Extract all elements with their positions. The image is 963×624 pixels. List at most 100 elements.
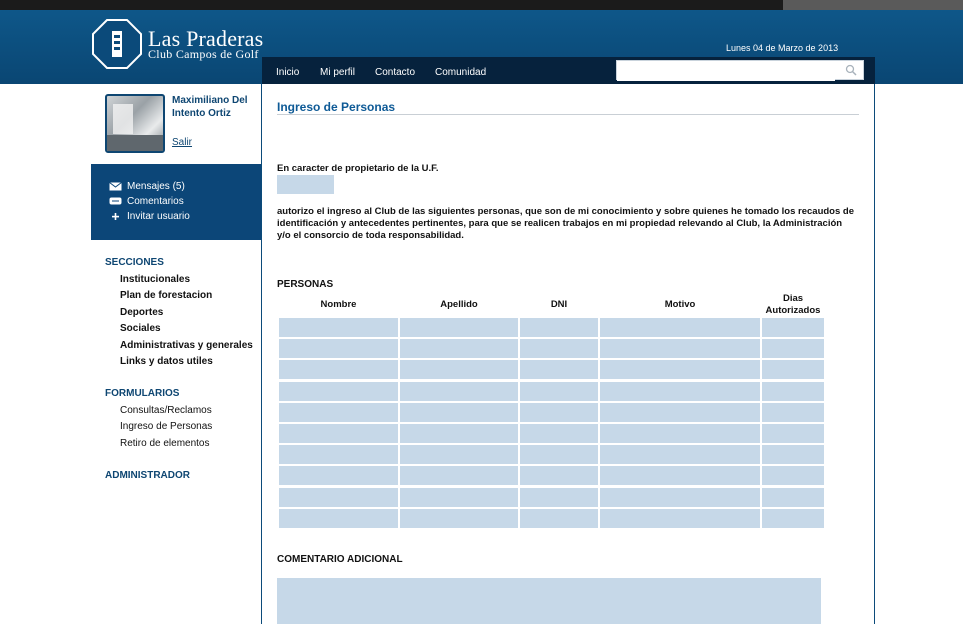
cell-dias-row-1[interactable] xyxy=(762,318,824,337)
cell-motivo-row-9[interactable] xyxy=(600,488,760,507)
menu-retiro-elementos[interactable]: Retiro de elementos xyxy=(120,438,210,449)
cell-dias-row-2[interactable] xyxy=(762,339,824,358)
nav-inicio[interactable]: Inicio xyxy=(276,67,299,78)
menu-deportes[interactable]: Deportes xyxy=(120,307,163,318)
search-input[interactable] xyxy=(617,62,835,81)
cell-apellido-row-1[interactable] xyxy=(400,318,518,337)
column-dni: DNI xyxy=(550,299,568,310)
comment-icon xyxy=(109,197,122,205)
comments-label: Comentarios xyxy=(127,196,184,207)
sections-heading: SECCIONES xyxy=(105,257,164,268)
menu-institucionales[interactable]: Institucionales xyxy=(120,274,190,285)
nav-comunidad[interactable]: Comunidad xyxy=(435,67,486,78)
user-actions-panel: Mensajes (5) Comentarios Invitar usuario xyxy=(91,164,261,240)
cell-apellido-row-2[interactable] xyxy=(400,339,518,358)
plus-icon xyxy=(112,213,119,220)
cell-motivo-row-1[interactable] xyxy=(600,318,760,337)
forms-heading: FORMULARIOS xyxy=(105,388,180,399)
uf-field[interactable] xyxy=(277,175,334,194)
cell-dias-row-7[interactable] xyxy=(762,445,824,464)
cell-dni-row-5[interactable] xyxy=(520,403,598,422)
cell-dni-row-4[interactable] xyxy=(520,382,598,401)
comment-textarea[interactable] xyxy=(277,578,821,624)
cell-nombre-row-5[interactable] xyxy=(279,403,398,422)
logo-subtitle: Club Campos de Golf xyxy=(148,47,259,61)
envelope-icon xyxy=(109,182,122,191)
cell-dias-row-3[interactable] xyxy=(762,360,824,379)
cell-apellido-row-4[interactable] xyxy=(400,382,518,401)
cell-motivo-row-10[interactable] xyxy=(600,509,760,528)
cell-dni-row-9[interactable] xyxy=(520,488,598,507)
owner-label: En caracter de propietario de la U.F. xyxy=(277,163,439,174)
authorization-text: autorizo el ingreso al Club de las sigui… xyxy=(277,206,854,241)
menu-plan-forestacion[interactable]: Plan de forestacion xyxy=(120,290,212,301)
column-motivo: Motivo xyxy=(664,299,696,310)
cell-motivo-row-4[interactable] xyxy=(600,382,760,401)
menu-ingreso-personas[interactable]: Ingreso de Personas xyxy=(120,421,212,432)
cell-dias-row-4[interactable] xyxy=(762,382,824,401)
column-dias-autorizados: Dias Autorizados xyxy=(765,293,821,316)
cell-dni-row-6[interactable] xyxy=(520,424,598,443)
cell-motivo-row-5[interactable] xyxy=(600,403,760,422)
menu-administrativas[interactable]: Administrativas y generales xyxy=(120,340,253,351)
admin-heading[interactable]: ADMINISTRADOR xyxy=(105,470,190,481)
search-box xyxy=(616,60,864,81)
invite-user-link[interactable]: Invitar usuario xyxy=(109,211,190,222)
page-title: Ingreso de Personas xyxy=(277,100,396,114)
cell-apellido-row-7[interactable] xyxy=(400,445,518,464)
menu-links-datos[interactable]: Links y datos utiles xyxy=(120,356,213,367)
cell-dni-row-1[interactable] xyxy=(520,318,598,337)
cell-nombre-row-8[interactable] xyxy=(279,466,398,485)
menu-sociales[interactable]: Sociales xyxy=(120,323,161,334)
cell-motivo-row-2[interactable] xyxy=(600,339,760,358)
cell-motivo-row-8[interactable] xyxy=(600,466,760,485)
invite-user-label: Invitar usuario xyxy=(127,211,190,222)
cell-dni-row-2[interactable] xyxy=(520,339,598,358)
title-divider xyxy=(277,114,859,115)
avatar xyxy=(105,94,165,153)
top-strip-accent xyxy=(783,0,963,10)
cell-dni-row-10[interactable] xyxy=(520,509,598,528)
comments-link[interactable]: Comentarios xyxy=(109,196,184,207)
nav-mi-perfil[interactable]: Mi perfil xyxy=(320,67,355,78)
cell-dni-row-7[interactable] xyxy=(520,445,598,464)
club-logo-icon xyxy=(92,19,142,69)
column-nombre: Nombre xyxy=(320,299,357,310)
cell-nombre-row-10[interactable] xyxy=(279,509,398,528)
column-apellido: Apellido xyxy=(440,299,478,310)
cell-dias-row-6[interactable] xyxy=(762,424,824,443)
cell-apellido-row-10[interactable] xyxy=(400,509,518,528)
cell-nombre-row-1[interactable] xyxy=(279,318,398,337)
cell-nombre-row-2[interactable] xyxy=(279,339,398,358)
cell-dni-row-8[interactable] xyxy=(520,466,598,485)
cell-dias-row-10[interactable] xyxy=(762,509,824,528)
cell-apellido-row-5[interactable] xyxy=(400,403,518,422)
cell-apellido-row-3[interactable] xyxy=(400,360,518,379)
logout-link[interactable]: Salir xyxy=(172,137,192,148)
current-date: Lunes 04 de Marzo de 2013 xyxy=(726,43,839,53)
cell-apellido-row-8[interactable] xyxy=(400,466,518,485)
cell-motivo-row-6[interactable] xyxy=(600,424,760,443)
cell-motivo-row-3[interactable] xyxy=(600,360,760,379)
messages-label: Mensajes (5) xyxy=(127,181,185,192)
cell-dias-row-9[interactable] xyxy=(762,488,824,507)
cell-dias-row-5[interactable] xyxy=(762,403,824,422)
messages-link[interactable]: Mensajes (5) xyxy=(109,181,185,192)
menu-consultas-reclamos[interactable]: Consultas/Reclamos xyxy=(120,405,212,416)
cell-nombre-row-7[interactable] xyxy=(279,445,398,464)
top-strip xyxy=(0,0,963,10)
cell-nombre-row-6[interactable] xyxy=(279,424,398,443)
cell-nombre-row-3[interactable] xyxy=(279,360,398,379)
personas-label: PERSONAS xyxy=(277,279,334,290)
cell-apellido-row-6[interactable] xyxy=(400,424,518,443)
user-name: Maximiliano Del Intento Ortiz xyxy=(172,95,248,119)
nav-contacto[interactable]: Contacto xyxy=(375,67,415,78)
cell-motivo-row-7[interactable] xyxy=(600,445,760,464)
cell-dni-row-3[interactable] xyxy=(520,360,598,379)
search-icon[interactable] xyxy=(845,64,857,76)
cell-apellido-row-9[interactable] xyxy=(400,488,518,507)
cell-nombre-row-9[interactable] xyxy=(279,488,398,507)
cell-nombre-row-4[interactable] xyxy=(279,382,398,401)
comment-label: COMENTARIO ADICIONAL xyxy=(277,554,403,565)
cell-dias-row-8[interactable] xyxy=(762,466,824,485)
